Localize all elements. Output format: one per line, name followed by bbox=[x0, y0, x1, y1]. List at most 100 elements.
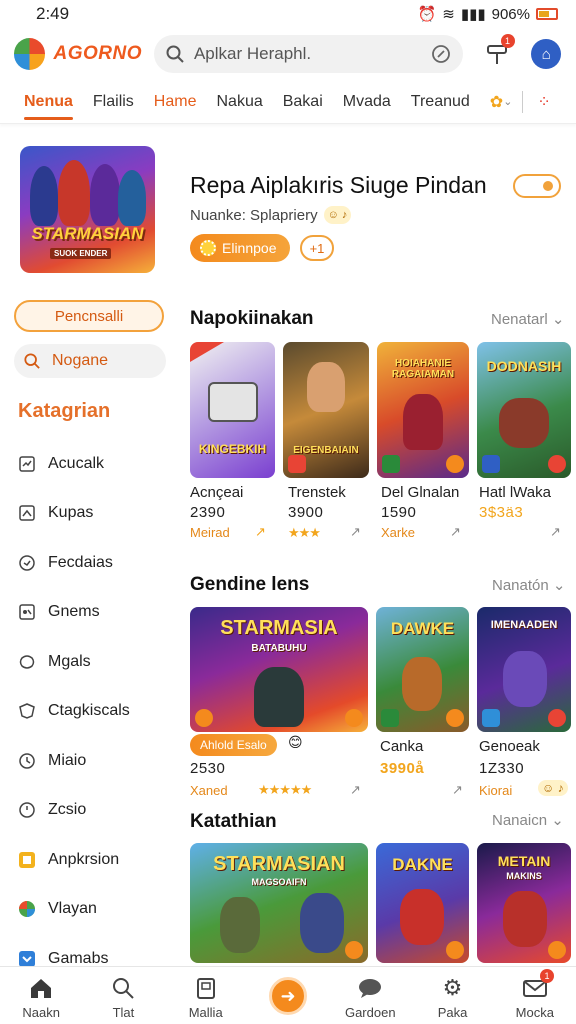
section-more-label: Nanaicn bbox=[492, 812, 548, 829]
sidebar-search[interactable]: Nogane bbox=[14, 344, 166, 378]
profile-button[interactable]: ⌂ bbox=[531, 38, 562, 70]
nav-item-home[interactable]: Naakn bbox=[0, 967, 82, 1024]
chart-icon bbox=[18, 504, 36, 522]
category-item[interactable]: Zcsio bbox=[18, 786, 170, 836]
tab-divider bbox=[522, 90, 524, 113]
section-more-link[interactable]: Nenatarl ⌄ bbox=[491, 310, 564, 328]
chevron-down-icon: ⌄ bbox=[551, 812, 564, 829]
edit-icon[interactable] bbox=[431, 44, 451, 64]
category-item[interactable]: Miaio bbox=[18, 736, 170, 786]
category-item[interactable]: Anpkrsion bbox=[18, 835, 170, 885]
game-card-image[interactable]: DAWKE bbox=[376, 607, 469, 732]
card-image-label: DODNASIH bbox=[486, 358, 562, 374]
card-image-label: STARMASIAN bbox=[213, 853, 345, 875]
tab-hame[interactable]: Hame bbox=[154, 80, 197, 124]
featured-image[interactable]: STARMASIAN SUOK ENDER bbox=[20, 146, 155, 273]
badge-icon bbox=[482, 709, 500, 727]
tab-bakai[interactable]: Bakai bbox=[283, 80, 323, 124]
trend-icon: ↗ bbox=[350, 524, 361, 539]
featured-image-label: STARMASIAN bbox=[31, 224, 144, 243]
nav-label: Mallia bbox=[188, 1005, 223, 1020]
card-tag-pill[interactable]: Ahlold Esalo bbox=[190, 734, 277, 756]
tab-nenua[interactable]: Nenua bbox=[24, 80, 73, 124]
flame-icon bbox=[195, 709, 213, 727]
card-image-label: IMENAADEN bbox=[490, 619, 558, 631]
card-name: Trenstek bbox=[288, 484, 346, 501]
search-icon bbox=[24, 353, 40, 369]
section-more-link[interactable]: Nanaicn ⌄ bbox=[492, 811, 564, 829]
category-item[interactable]: Kupas bbox=[18, 489, 170, 539]
gamepad-icon bbox=[18, 603, 36, 621]
chat-icon bbox=[357, 975, 383, 1001]
nav-item-mail[interactable]: 1 Mocka bbox=[494, 967, 576, 1024]
tab-more[interactable]: ⁘ bbox=[537, 80, 550, 124]
card-value: 2390 bbox=[190, 504, 226, 521]
card-name: Hatl lWaka bbox=[479, 484, 551, 501]
card-image-label: STARMASIA bbox=[220, 617, 338, 639]
sidebar-primary-button[interactable]: Pencnsalli bbox=[14, 300, 164, 332]
sidebar-search-label: Nogane bbox=[52, 352, 109, 369]
search-bar[interactable]: Aplkar Heraphl. bbox=[153, 35, 464, 73]
category-label: Vlayan bbox=[48, 900, 97, 918]
game-card-image[interactable]: KINGEBKIH bbox=[190, 342, 275, 478]
compass-icon bbox=[18, 752, 36, 770]
emoji-icon: 😊 bbox=[288, 734, 303, 750]
category-item[interactable]: Mgals bbox=[18, 637, 170, 687]
category-item[interactable]: Fecdaias bbox=[18, 538, 170, 588]
category-item[interactable]: Acucalk bbox=[18, 439, 170, 489]
yellow-square-icon bbox=[18, 851, 36, 869]
library-icon bbox=[193, 975, 219, 1001]
game-card-image[interactable]: EIGENBAIAIN bbox=[283, 342, 369, 478]
category-label: Fecdaias bbox=[48, 553, 113, 571]
badge-icon bbox=[382, 455, 400, 473]
nav-item-search[interactable]: Tlat bbox=[82, 967, 164, 1024]
game-card-image[interactable]: STARMASIAN MAGSOAIFN bbox=[190, 843, 368, 963]
tab-treanud[interactable]: Treanud bbox=[411, 80, 470, 124]
battery-icon bbox=[536, 8, 558, 20]
game-card-image[interactable]: DAKNE bbox=[376, 843, 469, 963]
featured-action-button[interactable]: Elinnpoe bbox=[190, 234, 290, 262]
game-card-image[interactable]: STARMASIA BATABUHU bbox=[190, 607, 368, 732]
card-meta: Kiorai bbox=[479, 783, 513, 798]
controller-icon bbox=[18, 455, 36, 473]
category-item[interactable]: Ctagkiscals bbox=[18, 687, 170, 737]
tab-nakua[interactable]: Nakua bbox=[216, 80, 262, 124]
featured-plus-button[interactable]: +1 bbox=[300, 235, 334, 261]
battery-text: 906% bbox=[491, 5, 530, 23]
game-card-image[interactable]: HOIAHANIE RAGAIAMAN bbox=[377, 342, 469, 478]
flower-icon: ✿ bbox=[489, 93, 504, 111]
card-image-label: METAIN bbox=[497, 853, 551, 869]
nav-label: Mocka bbox=[515, 1005, 554, 1020]
card-value: 1Z330 bbox=[479, 760, 525, 777]
card-rating: ★★★★★ bbox=[258, 782, 312, 797]
smiley-icon: ☺ ♪ bbox=[323, 206, 352, 224]
game-card-image[interactable]: IMENAADEN bbox=[477, 607, 571, 732]
gear-icon: ⚙ bbox=[442, 975, 463, 1000]
smiley-icon: ☺ ♪ bbox=[538, 780, 568, 796]
card-name: Canka bbox=[380, 738, 424, 755]
nav-item-settings[interactable]: ⚙ Paka bbox=[411, 967, 493, 1024]
section-more-label: Nanatón bbox=[492, 577, 549, 594]
nav-item-library[interactable]: Mallia bbox=[165, 967, 247, 1024]
ribbon-badge bbox=[190, 342, 224, 362]
category-item[interactable]: Gnems bbox=[18, 588, 170, 638]
game-card-image[interactable]: METAIN MAKINS bbox=[477, 843, 571, 963]
card-meta: Xaned bbox=[190, 783, 228, 798]
tab-flailis[interactable]: Flailis bbox=[93, 80, 134, 124]
tab-emoji-filter[interactable]: ✿ ⌄ bbox=[490, 80, 513, 124]
nav-item-chat[interactable]: Gardoen bbox=[329, 967, 411, 1024]
search-input[interactable]: Aplkar Heraphl. bbox=[194, 44, 431, 64]
category-item[interactable]: Vlayan bbox=[18, 885, 170, 935]
card-value: 3990å bbox=[380, 760, 425, 777]
tab-mvada[interactable]: Mvada bbox=[343, 80, 391, 124]
featured-banner[interactable]: STARMASIAN SUOK ENDER Repa Aiplakıris Si… bbox=[20, 146, 561, 274]
app-logo-icon[interactable] bbox=[14, 38, 46, 70]
card-image-label: DAKNE bbox=[392, 855, 453, 874]
featured-toggle[interactable] bbox=[513, 174, 561, 198]
card-image-sublabel: BATABUHU bbox=[251, 643, 307, 654]
nav-item-play[interactable]: ➜ bbox=[247, 967, 329, 1024]
wifi-icon: ≋ bbox=[442, 6, 455, 23]
notification-button[interactable]: 1 bbox=[481, 34, 515, 70]
game-card-image[interactable]: DODNASIH bbox=[477, 342, 571, 478]
section-more-link[interactable]: Nanatón ⌄ bbox=[492, 576, 565, 594]
